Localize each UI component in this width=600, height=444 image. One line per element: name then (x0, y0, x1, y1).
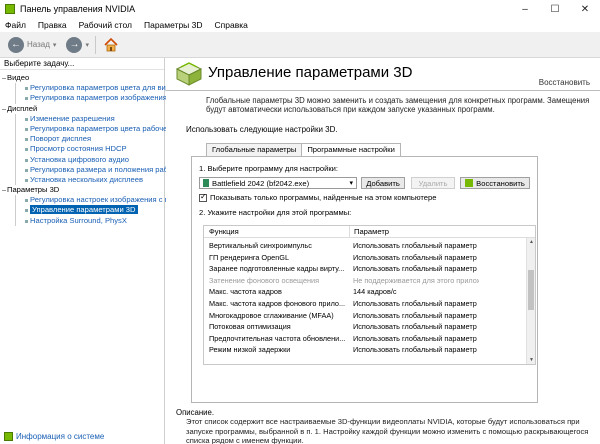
add-program-button[interactable]: Добавить (361, 177, 405, 189)
3d-settings-icon (174, 61, 204, 87)
title-bar: Панель управления NVIDIA – ☐ ✕ (0, 0, 600, 18)
tree-item-rotate-display[interactable]: Поворот дисплея (0, 134, 164, 145)
table-row[interactable]: Многокадровое сглаживание (MFAA) Использо… (204, 310, 525, 322)
table-row: Затенение фонового освещения Не поддержив… (209, 275, 479, 285)
program-settings-panel: 1. Выберите программу для настройки: Bat… (191, 156, 538, 403)
column-header-setting[interactable]: Параметр (349, 226, 389, 237)
forward-arrow-icon[interactable]: → (66, 36, 83, 53)
table-rows: Вертикальный синхроимпульс Использовать г… (204, 240, 525, 356)
window-title: Панель управления NVIDIA (20, 4, 136, 14)
forward-dropdown-icon[interactable]: ▾ (85, 41, 89, 49)
tree-item-surround-physx[interactable]: Настройка Surround, PhysX (0, 215, 164, 226)
tree-item-digital-audio[interactable]: Установка цифрового аудио (0, 154, 164, 165)
tree-item-3d-image-settings[interactable]: Регулировка настроек изображения с пр (0, 195, 173, 206)
tree-category-video[interactable]: Видео (0, 73, 164, 83)
system-info-icon (4, 432, 13, 441)
tab-program-settings[interactable]: Программные настройки (301, 143, 401, 157)
system-info-link[interactable]: Информация о системе (4, 432, 104, 441)
tree-category-3d[interactable]: Параметры 3D (0, 185, 164, 195)
scrollbar-thumb[interactable] (528, 270, 534, 310)
page-description: Глобальные параметры 3D можно заменить и… (206, 96, 590, 114)
step2-label: 2. Укажите настройки для этой программы: (199, 208, 352, 217)
step1-label: 1. Выберите программу для настройки: (199, 164, 338, 173)
menu-3d-settings[interactable]: Параметры 3D (138, 20, 209, 30)
column-header-feature[interactable]: Функция (204, 226, 349, 237)
table-row[interactable]: Макс. частота кадров фонового прило... Ис… (204, 298, 525, 310)
back-dropdown-icon[interactable]: ▾ (53, 41, 57, 49)
tree-item-change-resolution[interactable]: Изменение разрешения (0, 113, 164, 124)
show-found-programs-checkbox[interactable] (199, 192, 207, 202)
remove-program-button[interactable]: Удалить (411, 177, 455, 189)
back-label[interactable]: Назад (27, 40, 50, 49)
menu-bar: Файл Правка Рабочий стол Параметры 3D Сп… (0, 18, 600, 32)
restore-defaults-link[interactable]: Восстановить (539, 78, 590, 87)
window-controls: – ☐ ✕ (510, 0, 600, 18)
toolbar: ← Назад ▾ → ▾ (0, 32, 600, 58)
table-row[interactable]: Макс. частота кадров 144 кадров/с (204, 286, 525, 298)
description-text: Этот список содержит все настраиваемые 3… (186, 417, 589, 444)
back-arrow-icon[interactable]: ← (8, 36, 24, 53)
task-tree: Видео Регулировка параметров цвета для в… (0, 70, 176, 226)
menu-file[interactable]: Файл (0, 20, 32, 30)
banner-divider (166, 90, 600, 91)
sidebar: Выберите задачу... Видео Регулировка пар… (0, 58, 176, 444)
table-row[interactable]: Потоковая оптимизация Использовать глобал… (204, 321, 525, 333)
settings-table: Функция Параметр Вертикальный синхроимпу… (203, 225, 536, 365)
page-banner: Управление параметрами 3D Восстановить (166, 58, 600, 90)
tree-item-hdcp[interactable]: Просмотр состояния HDCP (0, 144, 164, 155)
main-content: Управление параметрами 3D Восстановить Г… (166, 58, 600, 444)
scroll-up-icon[interactable]: ▲ (527, 238, 535, 246)
tree-item-desktop-color[interactable]: Регулировка параметров цвета рабочег (0, 123, 170, 135)
program-select-value: Battlefield 2042 (bf2042.exe) (212, 178, 310, 188)
description-title: Описание. (176, 408, 215, 417)
game-icon (203, 179, 209, 187)
tab-global-settings[interactable]: Глобальные параметры (206, 143, 303, 156)
table-row[interactable]: Предпочтительная частота обновлени... Исп… (204, 333, 525, 345)
tree-item-video-image[interactable]: Регулировка параметров изображения д (0, 93, 173, 104)
restore-program-button[interactable]: Восстановить (460, 177, 530, 189)
maximize-button[interactable]: ☐ (540, 0, 570, 18)
minimize-button[interactable]: – (510, 0, 540, 18)
tree-category-display[interactable]: Дисплей (0, 104, 164, 114)
sidebar-header: Выберите задачу... (0, 58, 164, 70)
table-row[interactable]: Заранее подготовленные кадры вирту... Исп… (204, 263, 525, 275)
toolbar-separator (94, 35, 96, 54)
table-row[interactable]: Вертикальный синхроимпульс Использовать г… (204, 240, 525, 252)
tree-item-video-color[interactable]: Регулировка параметров цвета для вид (0, 83, 170, 94)
settings-tabs: Глобальные параметры Программные настрой… (206, 143, 401, 157)
menu-edit[interactable]: Правка (32, 20, 73, 30)
table-header: Функция Параметр (204, 226, 535, 238)
nvidia-logo-icon (465, 179, 474, 187)
tree-item-multiple-displays[interactable]: Установка нескольких дисплеев (0, 174, 164, 186)
chevron-down-icon[interactable]: ▾ (349, 179, 353, 187)
program-select[interactable]: Battlefield 2042 (bf2042.exe) ▾ (199, 177, 357, 189)
table-row[interactable]: ГП рендеринга OpenGL Использовать глобаль… (204, 252, 525, 264)
nvidia-app-icon (5, 4, 15, 14)
menu-desktop[interactable]: Рабочий стол (73, 20, 138, 30)
home-icon[interactable] (102, 36, 120, 54)
section-label: Использовать следующие настройки 3D. (186, 125, 338, 134)
page-title: Управление параметрами 3D (208, 64, 413, 81)
tree-item-manage-3d[interactable]: Управление параметрами 3D (0, 205, 164, 216)
menu-help[interactable]: Справка (209, 20, 254, 30)
table-scrollbar[interactable]: ▲ ▼ (526, 238, 535, 364)
tree-item-desktop-size[interactable]: Регулировка размера и положения рабоч (0, 164, 176, 175)
scroll-down-icon[interactable]: ▼ (527, 356, 535, 364)
show-found-programs-label: Показывать только программы, найденные н… (210, 193, 437, 202)
table-row[interactable]: Режим низкой задержки Использовать глобал… (204, 344, 525, 356)
close-button[interactable]: ✕ (570, 0, 600, 18)
show-found-programs-row[interactable]: Показывать только программы, найденные н… (199, 192, 437, 202)
